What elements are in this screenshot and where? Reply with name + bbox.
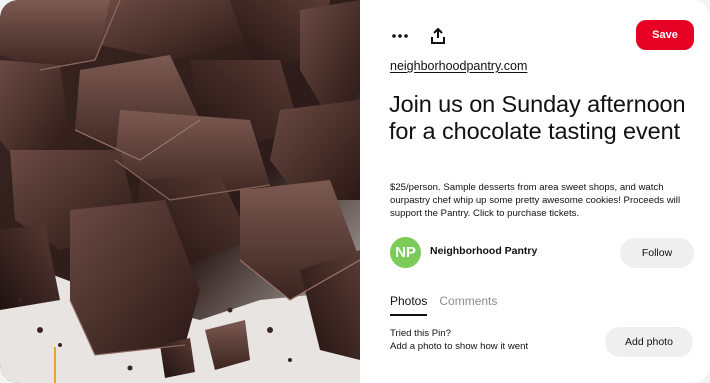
avatar-initials: NP <box>395 244 416 261</box>
follow-button[interactable]: Follow <box>620 238 694 268</box>
tried-subtitle: Add a photo to show how it went <box>390 341 529 352</box>
pin-image[interactable] <box>0 0 360 383</box>
tab-photos[interactable]: Photos <box>390 294 428 316</box>
profile-name[interactable]: Neighborhood Pantry <box>430 245 537 257</box>
pin-title: Join us on Sunday afternoon for a chocol… <box>389 91 686 144</box>
chocolate-photo <box>0 0 360 383</box>
share-upload-icon[interactable] <box>428 26 448 46</box>
more-dots-icon[interactable] <box>390 26 410 46</box>
profile-avatar[interactable]: NP <box>390 237 421 268</box>
pin-card: Save neighborhoodpantry.com Join us on S… <box>0 0 710 383</box>
image-accent-line <box>54 347 56 383</box>
pin-toolbar <box>390 26 448 46</box>
pin-description: $25/person. Sample desserts from area sw… <box>390 182 681 220</box>
source-link[interactable]: neighborhoodpantry.com <box>390 59 527 73</box>
tried-title: Tried this Pin? <box>390 328 451 339</box>
save-button[interactable]: Save <box>636 20 694 50</box>
tab-comments[interactable]: Comments <box>439 294 497 316</box>
pin-tabs: Photos Comments <box>390 294 497 316</box>
add-photo-button[interactable]: Add photo <box>605 327 693 357</box>
